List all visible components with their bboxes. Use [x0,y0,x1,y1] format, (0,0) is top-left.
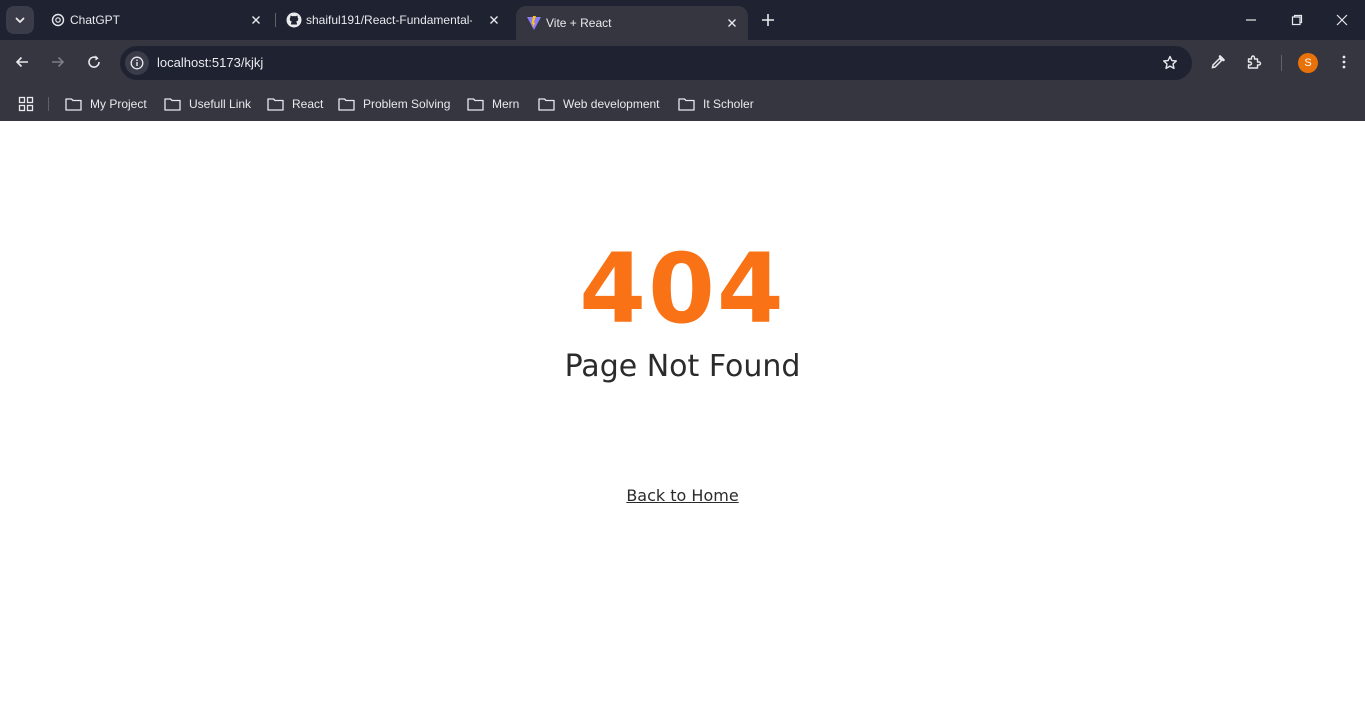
close-icon[interactable] [248,12,264,28]
close-icon [1336,14,1348,26]
bookmark-folder[interactable]: Problem Solving [338,94,450,114]
site-info-button[interactable] [125,51,149,75]
tab-strip: ChatGPT shaiful191/React-Fundamental- Vi… [0,0,1365,40]
folder-icon [65,97,82,111]
restore-button[interactable] [1274,0,1320,40]
bookmarks-divider [48,97,49,111]
tab-title: Vite + React [546,16,612,30]
bookmark-folder[interactable]: Usefull Link [164,94,251,114]
minimize-icon [1246,19,1256,21]
chrome-menu-button[interactable] [1330,48,1358,76]
tab-search-button[interactable] [6,6,34,34]
browser-chrome: ChatGPT shaiful191/React-Fundamental- Vi… [0,0,1365,121]
bookmark-folder[interactable]: It Scholer [678,94,754,114]
toolbar-divider [1281,55,1282,71]
reload-button[interactable] [80,48,108,76]
chatgpt-icon [50,12,66,28]
plus-icon [762,14,774,26]
reload-icon [88,55,100,68]
extensions-button[interactable] [1240,48,1268,76]
info-icon [130,56,144,70]
tab-vite-react[interactable]: Vite + React [516,6,748,40]
apps-button[interactable] [17,95,35,113]
page-content: 404 Page Not Found Back to Home [0,121,1365,709]
error-code: 404 [579,233,786,345]
bookmark-label: Problem Solving [363,97,451,111]
folder-icon [678,97,695,111]
error-message: Page Not Found [564,349,801,384]
url-text[interactable]: localhost:5173/kjkj [157,55,263,70]
more-vertical-icon [1342,55,1346,69]
eyedropper-button[interactable] [1204,48,1232,76]
restore-icon [1291,14,1303,26]
bookmark-label: My Project [90,97,147,111]
back-to-home-link[interactable]: Back to Home [626,486,738,505]
tab-chatgpt[interactable]: ChatGPT [40,0,272,40]
profile-avatar[interactable]: S [1298,53,1318,73]
bookmark-folder[interactable]: Mern [467,94,519,114]
close-icon[interactable] [486,12,502,28]
bookmarks-bar: My Project Usefull Link React Problem So… [0,85,1365,121]
folder-icon [267,97,284,111]
folder-icon [338,97,355,111]
bookmark-label: React [292,97,324,111]
minimize-button[interactable] [1228,0,1274,40]
puzzle-icon [1247,55,1262,69]
arrow-left-icon [15,56,28,68]
apps-grid-icon [18,96,34,112]
bookmark-folder[interactable]: My Project [65,94,147,114]
folder-icon [538,97,555,111]
close-window-button[interactable] [1319,0,1365,40]
bookmark-label: Usefull Link [189,97,252,111]
close-icon[interactable] [724,15,740,31]
toolbar: localhost:5173/kjkj [0,40,1365,85]
bookmark-label: Mern [492,97,520,111]
bookmark-label: Web development [563,97,660,111]
vite-icon [526,15,542,31]
forward-button[interactable] [44,48,72,76]
home-link-container: Back to Home [0,484,1365,508]
folder-icon [467,97,484,111]
folder-icon [164,97,181,111]
back-button[interactable] [8,48,36,76]
chevron-down-icon [15,17,25,23]
tab-title: ChatGPT [70,13,121,27]
bookmark-folder[interactable]: React [267,94,323,114]
bookmark-folder[interactable]: Web development [538,94,660,114]
github-icon [286,12,302,28]
bookmark-label: It Scholer [703,97,754,111]
bookmark-star-button[interactable] [1160,53,1180,73]
address-bar[interactable]: localhost:5173/kjkj [120,46,1192,80]
tab-github[interactable]: shaiful191/React-Fundamental- [276,0,510,40]
eyedropper-icon [1211,55,1225,69]
star-icon [1163,55,1177,70]
arrow-right-icon [52,56,65,68]
tab-title: shaiful191/React-Fundamental- [306,13,472,27]
new-tab-button[interactable] [756,8,780,32]
